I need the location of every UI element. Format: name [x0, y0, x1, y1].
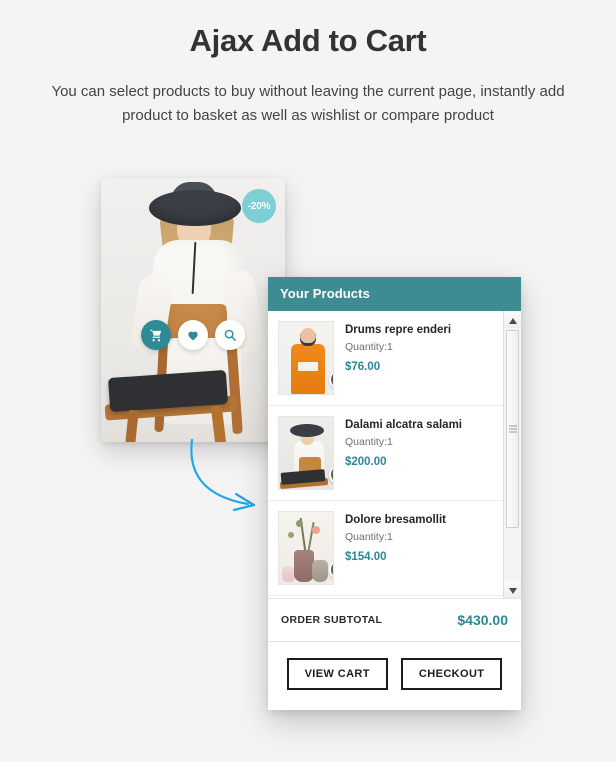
scrollbar-grip-icon: [508, 425, 517, 433]
cart-item-thumbnail: [278, 511, 334, 585]
page-title: Ajax Add to Cart: [189, 23, 427, 58]
cart-item-name: Drums repre enderi: [345, 324, 452, 336]
cart-item-list: Drums repre enderi Quantity:1 $76.00 Dal…: [268, 311, 503, 598]
search-icon: [223, 328, 237, 342]
cart-items-region: Drums repre enderi Quantity:1 $76.00 Dal…: [268, 311, 521, 598]
cart-item-thumbnail: [278, 321, 334, 395]
cart-item[interactable]: Dolore bresamollit Quantity:1 $154.00: [268, 501, 503, 596]
thumb-vase: [294, 550, 314, 582]
thumbnail-art: [279, 417, 333, 489]
photo-hat-brim: [149, 190, 241, 226]
cart-item-price: $76.00: [345, 360, 381, 373]
scrollbar-track[interactable]: [504, 328, 521, 581]
order-subtotal-label: ORDER SUBTOTAL: [281, 614, 383, 626]
cart-item-name: Dolore bresamollit: [345, 514, 446, 526]
thumb-flower: [288, 532, 294, 538]
page-header: Ajax Add to Cart You can select products…: [0, 0, 616, 129]
product-card[interactable]: -20%: [101, 178, 285, 442]
curved-arrow-icon: [186, 438, 272, 520]
quick-view-button[interactable]: [215, 320, 245, 350]
thumbnail-art: [279, 322, 333, 394]
cart-panel-title: Your Products: [268, 277, 521, 311]
cart-item-info: Drums repre enderi Quantity:1 $76.00: [334, 321, 495, 375]
view-cart-button[interactable]: VIEW CART: [286, 658, 388, 690]
cart-item-quantity: Quantity:1: [345, 436, 393, 449]
add-to-cart-button[interactable]: [141, 320, 171, 350]
cart-item-info: Dalami alcatra salami Quantity:1 $200.00: [334, 416, 495, 470]
discount-badge: -20%: [242, 189, 276, 223]
product-action-buttons: [141, 320, 245, 350]
cart-icon: [149, 328, 163, 342]
cart-item-thumbnail: [278, 416, 334, 490]
cart-item[interactable]: Drums repre enderi Quantity:1 $76.00: [268, 311, 503, 406]
caret-down-icon: [508, 581, 517, 599]
heart-icon: [186, 328, 200, 342]
thumbnail-art: [279, 512, 333, 584]
scroll-up-button[interactable]: [504, 311, 521, 328]
thumb-flower: [312, 526, 320, 534]
cart-item-price: $200.00: [345, 455, 387, 468]
thumb-flower: [296, 520, 303, 527]
cart-item-price: $154.00: [345, 550, 387, 563]
cart-item-quantity: Quantity:1: [345, 531, 393, 544]
caret-up-icon: [508, 311, 517, 329]
add-to-wishlist-button[interactable]: [178, 320, 208, 350]
ajax-cart-panel: Your Products Drums repre enderi Quantit…: [268, 277, 521, 710]
thumb-vase: [312, 560, 328, 582]
scrollbar-thumb[interactable]: [506, 330, 519, 528]
page-subtitle: You can select products to buy without l…: [51, 83, 565, 125]
cart-item-info: Dolore bresamollit Quantity:1 $154.00: [334, 511, 495, 565]
cart-list-scrollbar[interactable]: [503, 311, 521, 598]
checkout-button[interactable]: CHECKOUT: [400, 658, 503, 690]
cart-item-name: Dalami alcatra salami: [345, 419, 462, 431]
cart-item-quantity: Quantity:1: [345, 341, 393, 354]
thumb-sunglasses: [300, 333, 316, 337]
thumb-shirt-print: [298, 362, 318, 371]
order-subtotal-row: ORDER SUBTOTAL $430.00: [268, 598, 521, 642]
thumb-hat: [290, 424, 324, 437]
cart-item[interactable]: Dalami alcatra salami Quantity:1 $200.00: [268, 406, 503, 501]
cart-action-buttons: VIEW CART CHECKOUT: [268, 642, 521, 710]
scroll-down-button[interactable]: [504, 581, 521, 598]
order-subtotal-value: $430.00: [457, 612, 508, 628]
